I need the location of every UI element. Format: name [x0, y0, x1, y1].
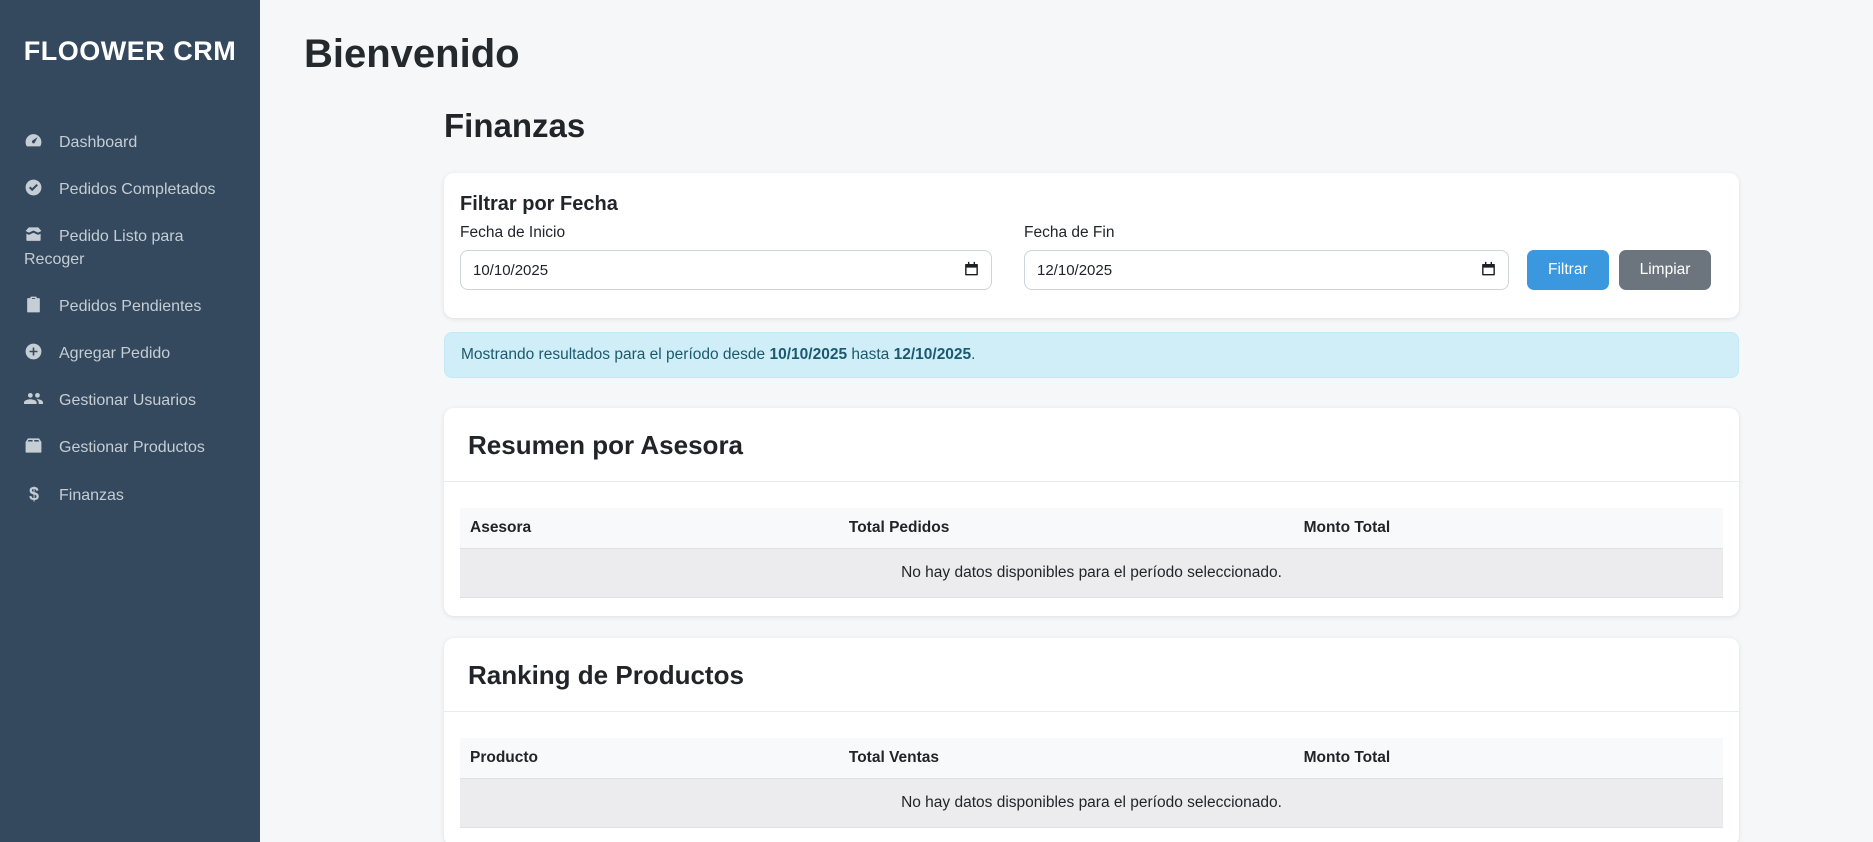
resumen-asesora-title: Resumen por Asesora — [468, 430, 1715, 461]
clipboard-icon — [24, 295, 44, 314]
filter-card: Filtrar por Fecha Fecha de Inicio Fecha … — [444, 173, 1739, 318]
box-open-icon — [24, 225, 44, 244]
alert-text: Mostrando resultados para el período des… — [461, 346, 769, 363]
empty-message: No hay datos disponibles para el período… — [460, 549, 1723, 598]
column-header-monto-total: Monto Total — [1294, 508, 1723, 549]
start-date-label: Fecha de Inicio — [460, 224, 992, 242]
alert-text: hasta — [847, 346, 894, 363]
sidebar-item-label: Pedidos Pendientes — [59, 298, 201, 315]
ranking-productos-table: Producto Total Ventas Monto Total No hay… — [460, 738, 1723, 828]
sidebar-item-label: Gestionar Productos — [59, 439, 205, 456]
alert-text: . — [971, 346, 975, 363]
sidebar-item-finanzas[interactable]: $ Finanzas — [0, 471, 260, 519]
ranking-productos-title: Ranking de Productos — [468, 660, 1715, 691]
column-header-total-ventas: Total Ventas — [839, 738, 1294, 779]
empty-message: No hay datos disponibles para el período… — [460, 779, 1723, 828]
sidebar-item-label: Finanzas — [59, 487, 124, 504]
end-date-input[interactable] — [1024, 250, 1509, 290]
sidebar-nav: Dashboard Pedidos Completados Pedido Lis… — [0, 119, 260, 519]
start-date-input[interactable] — [460, 250, 992, 290]
ranking-productos-card: Ranking de Productos Producto Total Vent… — [444, 638, 1739, 842]
sidebar-item-pedidos-pendientes[interactable]: Pedidos Pendientes — [0, 283, 260, 330]
table-row: No hay datos disponibles para el período… — [460, 779, 1723, 828]
main-content: Bienvenido Finanzas Filtrar por Fecha Fe… — [260, 0, 1873, 842]
sidebar-item-dashboard[interactable]: Dashboard — [0, 119, 260, 166]
sidebar-item-label: Agregar Pedido — [59, 345, 170, 362]
calendar-icon[interactable] — [1480, 260, 1497, 278]
check-circle-icon — [24, 178, 44, 197]
sidebar-item-pedido-listo[interactable]: Pedido Listo para Recoger — [0, 213, 260, 283]
sidebar-item-label: Dashboard — [59, 134, 137, 151]
column-header-total-pedidos: Total Pedidos — [839, 508, 1294, 549]
app-title: FLOOWER CRM — [8, 36, 252, 67]
sidebar-item-gestionar-usuarios[interactable]: Gestionar Usuarios — [0, 377, 260, 424]
calendar-icon[interactable] — [963, 260, 980, 278]
column-header-asesora: Asesora — [460, 508, 839, 549]
box-icon — [24, 436, 44, 455]
gauge-icon — [24, 131, 44, 150]
filter-button[interactable]: Filtrar — [1527, 250, 1609, 290]
sidebar-item-label: Pedido Listo para Recoger — [24, 228, 184, 268]
plus-circle-icon — [24, 342, 44, 361]
finanzas-title: Finanzas — [444, 107, 1739, 145]
clear-button[interactable]: Limpiar — [1619, 250, 1712, 290]
resumen-asesora-card: Resumen por Asesora Asesora Total Pedido… — [444, 408, 1739, 616]
resumen-asesora-table: Asesora Total Pedidos Monto Total No hay… — [460, 508, 1723, 598]
users-icon — [24, 389, 44, 408]
alert-end-date: 12/10/2025 — [894, 346, 972, 363]
filter-title: Filtrar por Fecha — [460, 193, 1723, 216]
sidebar: FLOOWER CRM Dashboard Pedidos Completado… — [0, 0, 260, 842]
sidebar-item-label: Pedidos Completados — [59, 181, 216, 198]
sidebar-item-agregar-pedido[interactable]: Agregar Pedido — [0, 330, 260, 377]
alert-start-date: 10/10/2025 — [769, 346, 847, 363]
sidebar-item-pedidos-completados[interactable]: Pedidos Completados — [0, 166, 260, 213]
sidebar-item-gestionar-productos[interactable]: Gestionar Productos — [0, 424, 260, 471]
dollar-icon: $ — [24, 483, 44, 506]
results-alert: Mostrando resultados para el período des… — [444, 332, 1739, 378]
finanzas-section: Finanzas Filtrar por Fecha Fecha de Inic… — [444, 107, 1739, 842]
table-row: No hay datos disponibles para el período… — [460, 549, 1723, 598]
sidebar-item-label: Gestionar Usuarios — [59, 392, 196, 409]
end-date-label: Fecha de Fin — [1024, 224, 1509, 242]
column-header-monto-total: Monto Total — [1294, 738, 1723, 779]
page-title: Bienvenido — [304, 32, 1829, 77]
column-header-producto: Producto — [460, 738, 839, 779]
